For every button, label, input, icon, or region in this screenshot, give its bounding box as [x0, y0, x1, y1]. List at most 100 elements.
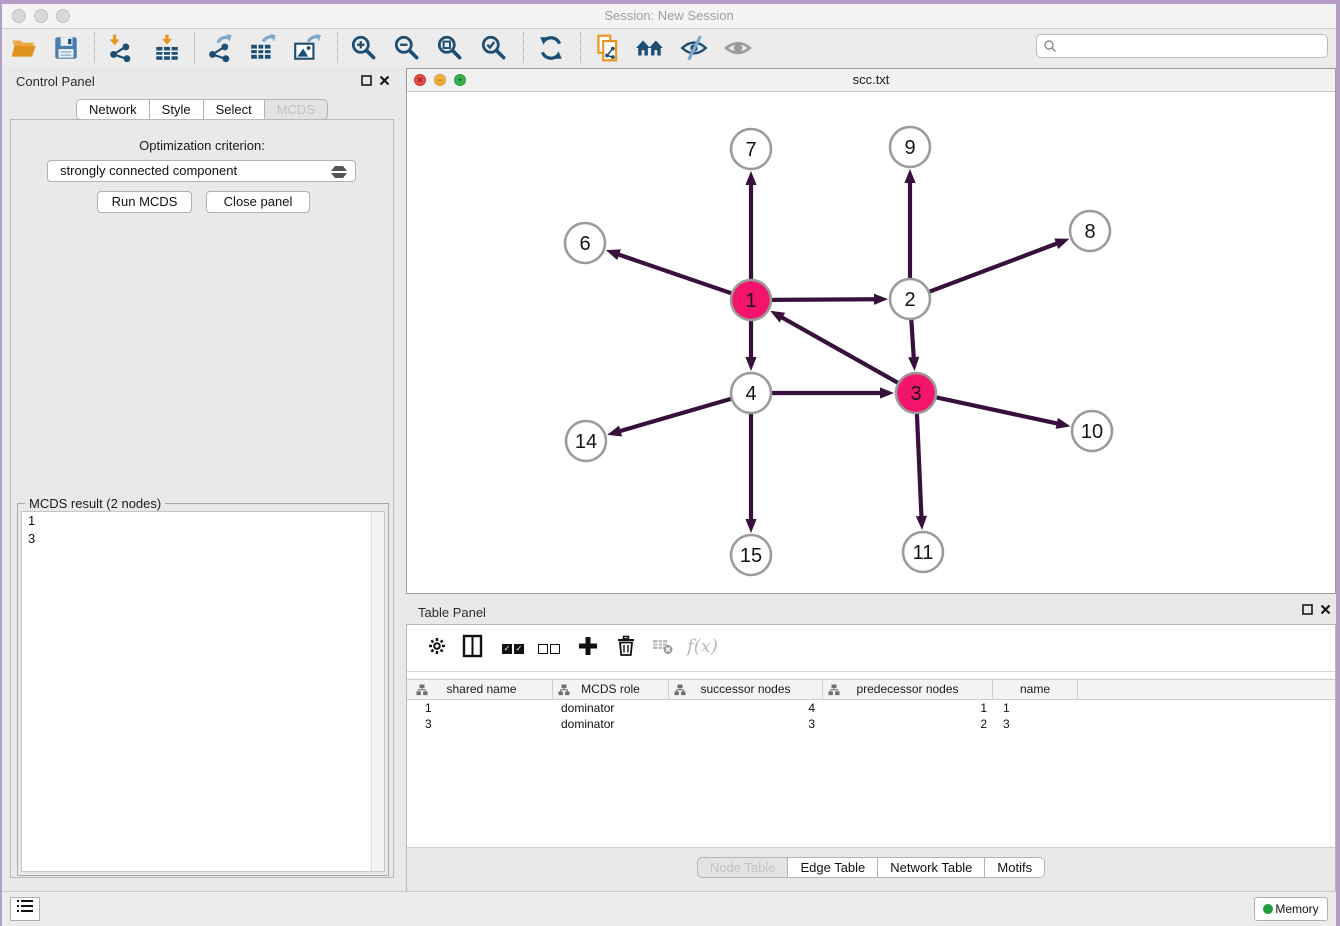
zoom-selected-icon[interactable] — [479, 33, 509, 63]
column-header-shared-name[interactable]: shared name — [411, 680, 553, 699]
table-cell[interactable]: 1 — [823, 700, 993, 716]
control-panel-float-icon[interactable] — [361, 75, 372, 88]
graph-edge-arrow — [916, 516, 927, 530]
column-label: predecessor nodes — [856, 682, 958, 696]
home-networks-icon[interactable] — [635, 33, 665, 63]
table-panel-title: Table Panel — [418, 605, 486, 620]
graph-node-label: 11 — [913, 542, 934, 564]
graph-edge-arrow — [745, 519, 756, 533]
graph-edge-3-11[interactable] — [917, 414, 922, 518]
graph-edge-arrow — [745, 171, 756, 185]
delete-table-icon[interactable] — [649, 634, 677, 662]
status-bar: Memory — [2, 891, 1336, 926]
table-panel-close-icon[interactable] — [1320, 604, 1331, 617]
memory-status-dot — [1263, 904, 1273, 914]
graph-edge-1-2[interactable] — [772, 299, 876, 300]
graph-edge-3-10[interactable] — [937, 397, 1059, 423]
table-row[interactable]: 1dominator411 — [407, 700, 1335, 716]
column-header-predecessor-nodes[interactable]: predecessor nodes — [823, 680, 993, 699]
tab-style[interactable]: Style — [149, 99, 204, 120]
table-cell[interactable]: 1 — [993, 700, 1078, 716]
function-builder-icon[interactable]: f(x) — [687, 633, 715, 661]
zoom-out-icon[interactable] — [392, 33, 422, 63]
add-column-icon[interactable] — [574, 634, 602, 662]
control-panel-tabs: NetworkStyleSelectMCDS — [2, 99, 402, 120]
graph-edge-1-6[interactable] — [617, 254, 731, 293]
optimization-criterion-select[interactable]: strongly connected component — [47, 160, 356, 182]
table-panel-float-icon[interactable] — [1302, 604, 1313, 617]
graph-node-label: 14 — [575, 431, 597, 453]
table-cell[interactable]: 2 — [823, 716, 993, 732]
task-history-icon[interactable] — [10, 897, 40, 921]
tab-network-table[interactable]: Network Table — [877, 857, 985, 878]
control-panel-close-icon[interactable] — [379, 75, 390, 88]
network-window-titlebar[interactable]: ✕ − + scc.txt — [407, 69, 1335, 92]
show-all-icon[interactable] — [723, 33, 753, 63]
tab-edge-table[interactable]: Edge Table — [787, 857, 878, 878]
graph-edge-3-1[interactable] — [781, 317, 898, 383]
zoom-fit-icon[interactable] — [435, 33, 465, 63]
network-view-window: ✕ − + scc.txt 7968124314101511 — [406, 68, 1336, 594]
result-scrollbar[interactable] — [371, 512, 384, 871]
mcds-result-item[interactable]: 3 — [22, 530, 384, 548]
table-cell[interactable]: 3 — [669, 716, 823, 732]
tab-select[interactable]: Select — [203, 99, 265, 120]
export-image-icon[interactable] — [292, 33, 322, 63]
refresh-layout-icon[interactable] — [536, 33, 566, 63]
save-session-icon[interactable] — [51, 33, 81, 63]
graph-edge-arrow — [904, 169, 915, 183]
network-canvas[interactable]: 7968124314101511 — [407, 91, 1335, 593]
export-table-icon[interactable] — [248, 33, 278, 63]
export-network-icon[interactable] — [205, 33, 235, 63]
tab-motifs[interactable]: Motifs — [984, 857, 1045, 878]
clone-network-icon[interactable] — [592, 33, 622, 63]
table-cell[interactable]: dominator — [553, 716, 669, 732]
hide-selected-icon[interactable] — [679, 33, 709, 63]
graph-edge-2-8[interactable] — [930, 243, 1059, 292]
search-icon — [1043, 39, 1057, 53]
close-panel-button[interactable]: Close panel — [206, 191, 310, 213]
graph-edge-arrow — [874, 294, 888, 305]
tab-mcds[interactable]: MCDS — [264, 99, 328, 120]
tab-node-table[interactable]: Node Table — [697, 857, 789, 878]
import-network-icon[interactable] — [105, 33, 135, 63]
graph-node-label: 1 — [745, 290, 756, 312]
graph-node-label: 3 — [910, 383, 921, 405]
column-header-name[interactable]: name — [993, 680, 1078, 699]
column-settings-gear-icon[interactable] — [423, 634, 451, 662]
deselect-all-checkboxes-icon[interactable] — [535, 640, 563, 668]
mcds-result-item[interactable]: 1 — [22, 512, 384, 530]
select-all-checkboxes-icon[interactable]: ✓✓ — [499, 640, 527, 668]
table-cell[interactable]: 3 — [993, 716, 1078, 732]
memory-button[interactable]: Memory — [1254, 897, 1328, 921]
search-input[interactable] — [1063, 36, 1322, 56]
run-mcds-button[interactable]: Run MCDS — [97, 191, 192, 213]
window-title: Session: New Session — [2, 4, 1336, 28]
zoom-in-icon[interactable] — [349, 33, 379, 63]
graph-edge-2-3[interactable] — [911, 320, 913, 359]
table-row[interactable]: 3dominator323 — [407, 716, 1335, 732]
mcds-result-group: MCDS result (2 nodes) 13 — [17, 503, 389, 876]
table-cell[interactable]: 4 — [669, 700, 823, 716]
table-cell[interactable]: dominator — [553, 700, 669, 716]
column-label: name — [1020, 682, 1050, 696]
column-header-mcds-role[interactable]: MCDS role — [553, 680, 669, 699]
show-column-panel-icon[interactable] — [459, 634, 487, 662]
graph-node-label: 15 — [740, 545, 762, 567]
open-file-icon[interactable] — [9, 33, 39, 63]
toolbar-separator — [194, 32, 195, 63]
delete-columns-trash-icon[interactable] — [612, 634, 640, 662]
graph-edge-4-14[interactable] — [619, 399, 731, 432]
table-cell[interactable]: 3 — [411, 716, 553, 732]
toolbar-separator — [94, 32, 95, 63]
table-cell[interactable]: 1 — [411, 700, 553, 716]
attribute-icon — [828, 684, 840, 696]
import-table-icon[interactable] — [152, 33, 182, 63]
mcds-result-list[interactable]: 13 — [21, 511, 385, 872]
graph-edge-arrow — [880, 387, 894, 398]
tab-network[interactable]: Network — [76, 99, 150, 120]
column-header-successor-nodes[interactable]: successor nodes — [669, 680, 823, 699]
toolbar-separator — [523, 32, 524, 63]
column-label: successor nodes — [700, 682, 790, 696]
column-label: MCDS role — [581, 682, 640, 696]
